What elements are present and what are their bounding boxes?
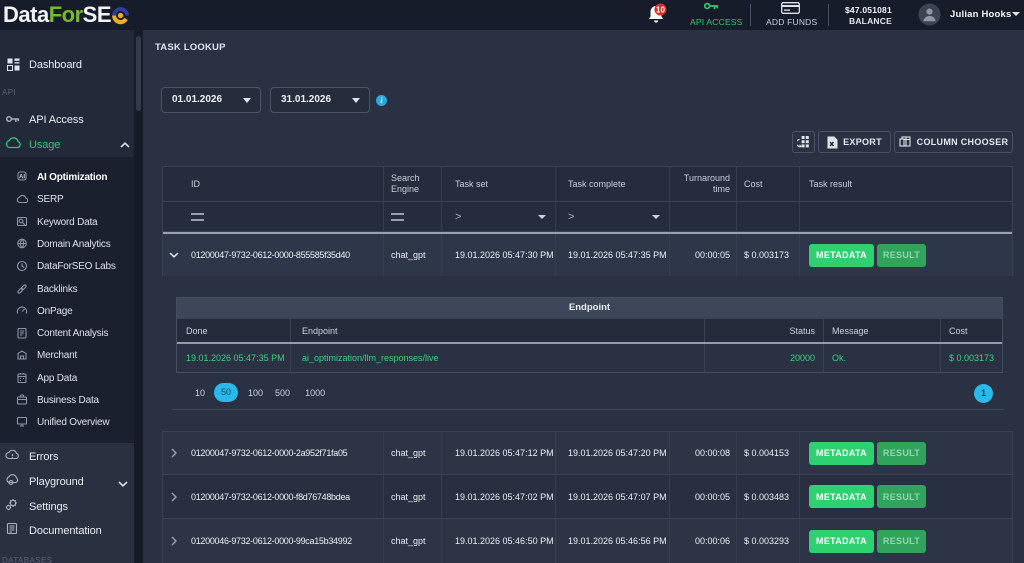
svg-text:10: 10 — [656, 5, 665, 14]
svg-text:AI: AI — [19, 174, 25, 180]
